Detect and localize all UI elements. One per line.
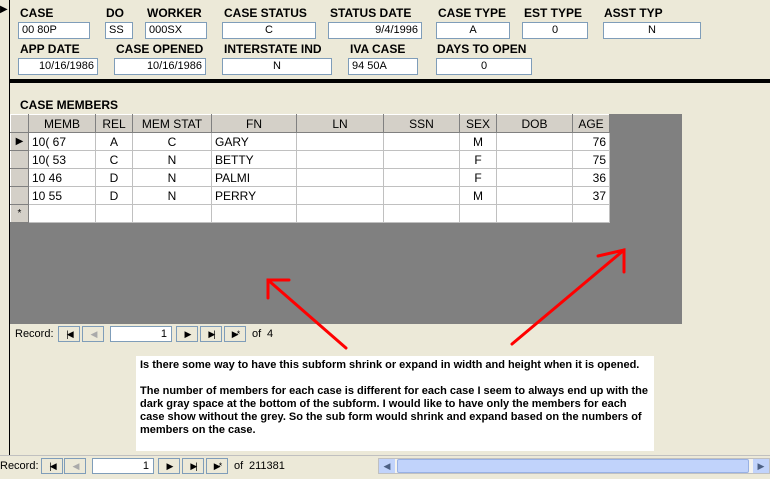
arrow-left-shaft [266, 278, 348, 350]
scrollbar-thumb[interactable] [397, 459, 749, 473]
main-of-text: of [234, 460, 244, 472]
main-new-record-icon[interactable]: ▶* [206, 458, 228, 474]
main-current-record[interactable]: 1 [92, 458, 154, 474]
main-record-total: 211381 [249, 460, 285, 472]
main-previous-record-icon[interactable]: ◀ [64, 458, 86, 474]
main-next-record-icon[interactable]: ▶ [158, 458, 180, 474]
annotation-arrows [266, 248, 626, 350]
arrow-right-shaft [510, 248, 626, 346]
scroll-right-icon[interactable]: ▶ [753, 459, 769, 473]
horizontal-scrollbar[interactable]: ◀ ▶ [378, 458, 770, 474]
main-first-record-icon[interactable]: |◀ [41, 458, 63, 474]
main-record-label: Record: [0, 460, 39, 472]
scroll-left-icon[interactable]: ◀ [379, 459, 395, 473]
main-last-record-icon[interactable]: ▶| [182, 458, 204, 474]
